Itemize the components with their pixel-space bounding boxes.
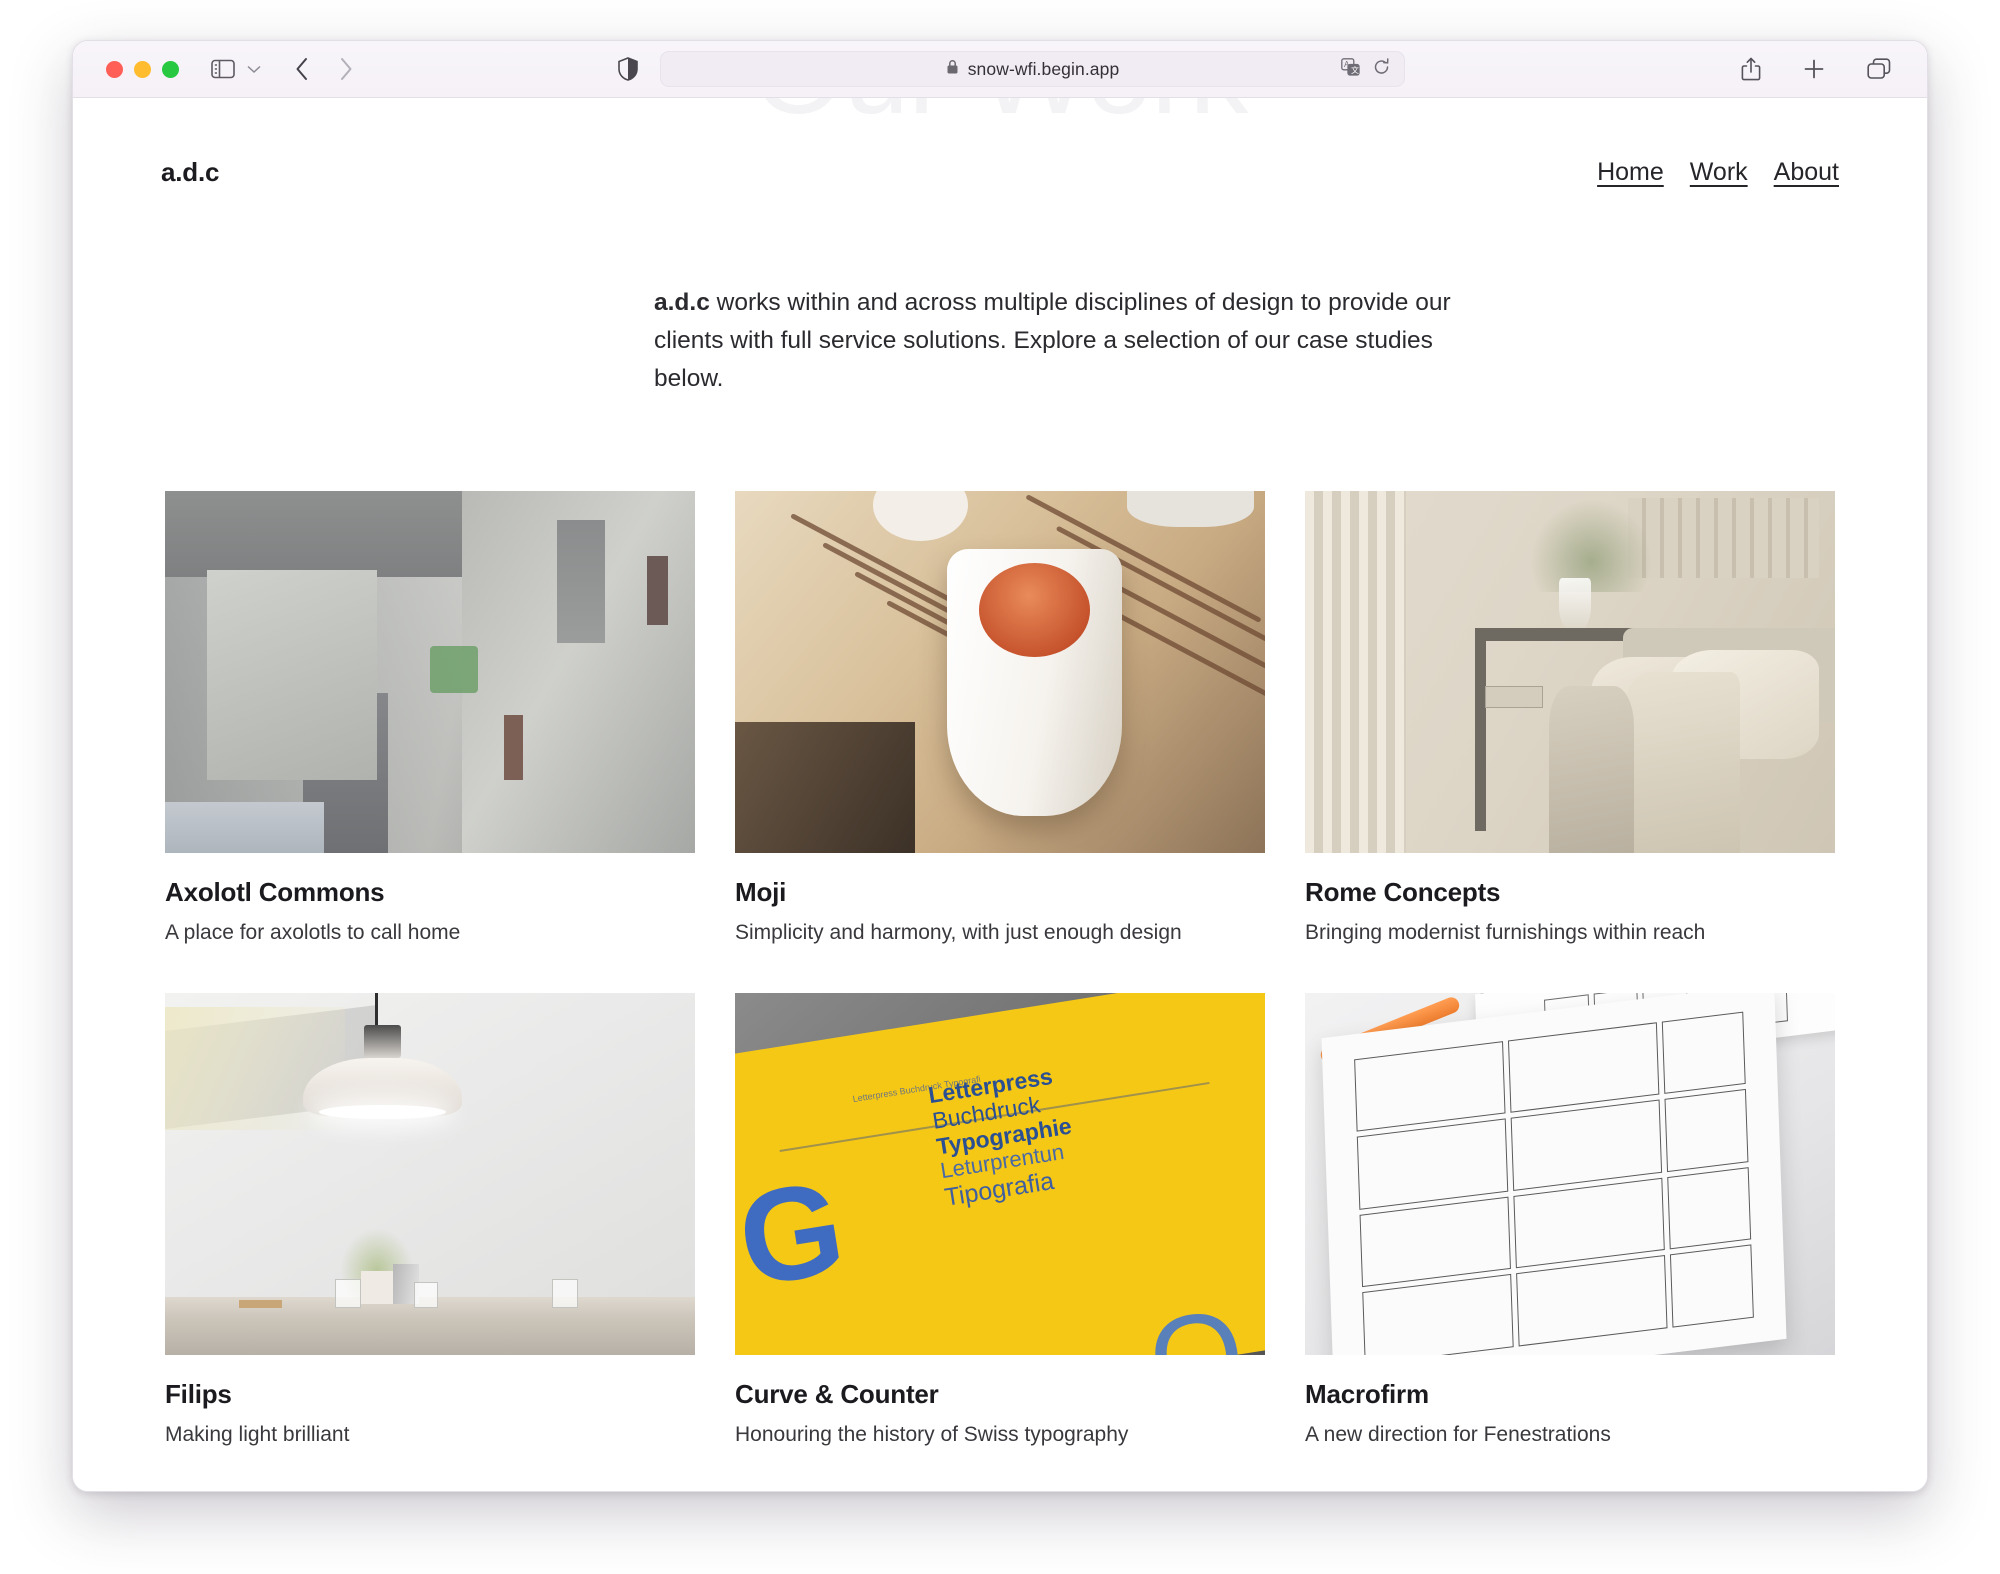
address-bar[interactable]: snow-wfi.begin.app A 文 bbox=[660, 51, 1405, 87]
project-card-macrofirm[interactable]: Macrofirm A new direction for Fenestrati… bbox=[1305, 992, 1835, 1447]
site-logo[interactable]: a.d.c bbox=[161, 157, 219, 188]
plus-icon[interactable] bbox=[1803, 58, 1825, 80]
share-icon[interactable] bbox=[1741, 57, 1761, 81]
navigation-buttons[interactable] bbox=[295, 57, 353, 81]
tab-overview-icon[interactable] bbox=[1867, 58, 1891, 80]
translate-icon[interactable]: A 文 bbox=[1341, 57, 1360, 81]
project-thumbnail-tea-cup[interactable] bbox=[735, 490, 1265, 853]
desktop-backdrop: snow-wfi.begin.app A 文 a.d.c Home Work A… bbox=[0, 0, 2000, 1574]
project-title: Curve & Counter bbox=[735, 1378, 939, 1409]
privacy-shield-icon[interactable] bbox=[618, 57, 638, 81]
window-traffic-lights[interactable] bbox=[106, 60, 179, 78]
address-bar-content: snow-wfi.begin.app bbox=[946, 59, 1120, 80]
project-card-curve-and-counter[interactable]: Letterpress Buchdruck Typografi Letterpr… bbox=[735, 992, 1265, 1447]
work-grid: Axolotl Commons A place for axolotls to … bbox=[73, 490, 1927, 1447]
project-title: Macrofirm bbox=[1305, 1378, 1429, 1409]
forward-button[interactable] bbox=[339, 57, 353, 81]
reload-icon[interactable] bbox=[1373, 57, 1390, 81]
project-title: Moji bbox=[735, 876, 787, 907]
project-card-rome-concepts[interactable]: Rome Concepts Bringing modernist furnish… bbox=[1305, 490, 1835, 945]
browser-toolbar: snow-wfi.begin.app A 文 bbox=[73, 41, 1927, 98]
project-description: Simplicity and harmony, with just enough… bbox=[735, 920, 1182, 944]
project-card-axolotl-commons[interactable]: Axolotl Commons A place for axolotls to … bbox=[165, 490, 695, 945]
url-text: snow-wfi.begin.app bbox=[967, 58, 1120, 79]
project-card-filips[interactable]: Filips Making light brilliant bbox=[165, 992, 695, 1447]
nav-link-work[interactable]: Work bbox=[1690, 158, 1748, 187]
project-title: Filips bbox=[165, 1378, 232, 1409]
sidebar-icon[interactable] bbox=[211, 59, 235, 79]
intro-lead: a.d.c bbox=[654, 289, 710, 316]
primary-navigation: Home Work About bbox=[1597, 158, 1839, 187]
project-description: Honouring the history of Swiss typograph… bbox=[735, 1422, 1129, 1446]
project-description: Bringing modernist furnishings within re… bbox=[1305, 920, 1706, 944]
project-thumbnail-wireframe-sketch[interactable] bbox=[1305, 992, 1835, 1355]
address-bar-actions[interactable]: A 文 bbox=[1341, 57, 1390, 81]
safari-browser-window: snow-wfi.begin.app A 文 a.d.c Home Work A… bbox=[72, 40, 1928, 1492]
project-thumbnail-concrete-courtyard[interactable] bbox=[165, 490, 695, 853]
svg-text:文: 文 bbox=[1351, 65, 1359, 75]
chevron-down-icon[interactable] bbox=[247, 65, 261, 74]
project-description: A new direction for Fenestrations bbox=[1305, 1422, 1611, 1446]
poster-glyph-q: Q bbox=[1141, 1284, 1254, 1355]
intro-body: works within and across multiple discipl… bbox=[654, 289, 1451, 393]
site-header: a.d.c Home Work About bbox=[73, 98, 1927, 246]
page-viewport: Our Work a.d.c Home Work About a.d.c wor… bbox=[73, 98, 1927, 1491]
project-description: A place for axolotls to call home bbox=[165, 920, 461, 944]
minimize-window-button[interactable] bbox=[134, 60, 151, 78]
nav-link-about[interactable]: About bbox=[1774, 158, 1839, 187]
intro-paragraph: a.d.c works within and across multiple d… bbox=[540, 284, 1460, 399]
project-thumbnail-bedroom[interactable] bbox=[1305, 490, 1835, 853]
poster-typography-lines: Letterpress Buchdruck Typographie Leturp… bbox=[927, 1062, 1082, 1212]
project-thumbnail-typography-poster[interactable]: Letterpress Buchdruck Typografi Letterpr… bbox=[735, 992, 1265, 1355]
nav-link-home[interactable]: Home bbox=[1597, 158, 1664, 187]
back-button[interactable] bbox=[295, 57, 309, 81]
zoom-window-button[interactable] bbox=[162, 60, 179, 78]
project-title: Axolotl Commons bbox=[165, 876, 385, 907]
project-card-moji[interactable]: Moji Simplicity and harmony, with just e… bbox=[735, 490, 1265, 945]
toolbar-right-actions[interactable] bbox=[1741, 57, 1907, 81]
intro-section: a.d.c works within and across multiple d… bbox=[73, 246, 1927, 399]
project-title: Rome Concepts bbox=[1305, 876, 1501, 907]
poster-glyph-g: G bbox=[735, 1152, 854, 1315]
project-description: Making light brilliant bbox=[165, 1422, 350, 1446]
project-thumbnail-pendant-lamp[interactable] bbox=[165, 992, 695, 1355]
lock-icon bbox=[946, 59, 959, 80]
close-window-button[interactable] bbox=[106, 60, 123, 78]
